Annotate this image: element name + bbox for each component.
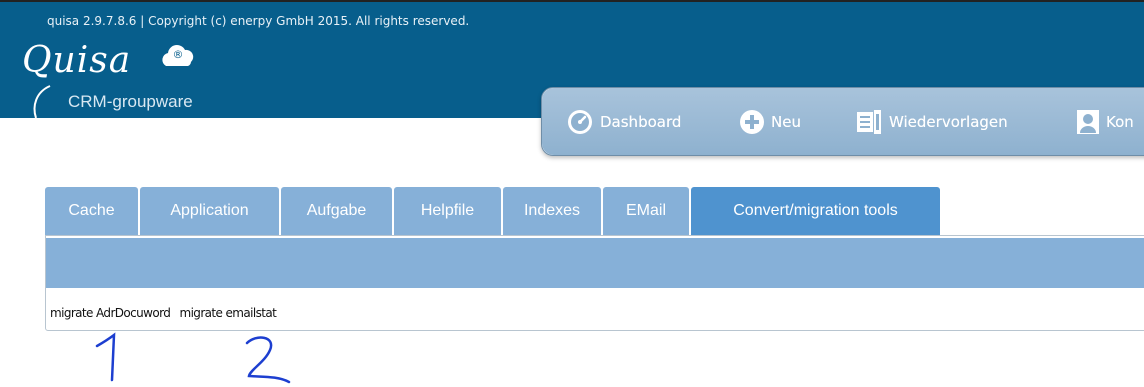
panel-header-bar xyxy=(46,238,1144,288)
nav-label-kontakte: Kon xyxy=(1106,113,1134,131)
logo-subtitle: CRM-groupware xyxy=(68,92,193,111)
header-top-border xyxy=(0,0,1144,2)
nav-item-dashboard[interactable]: Dashboard xyxy=(566,107,681,137)
tab-indexes[interactable]: Indexes xyxy=(503,187,601,235)
dashboard-gauge-icon xyxy=(568,110,592,134)
tab-helpfile[interactable]: Helpfile xyxy=(394,187,501,235)
resubmission-documents-icon xyxy=(857,110,881,134)
handwritten-annotations xyxy=(95,332,291,384)
nav-label-wiedervorlagen: Wiedervorlagen xyxy=(889,113,1008,131)
migration-links: migrate AdrDocuword migrate emailstat xyxy=(50,306,282,320)
nav-item-wiedervorlagen[interactable]: Wiedervorlagen xyxy=(855,107,1008,137)
migrate-adrdocuword-link[interactable]: migrate AdrDocuword xyxy=(50,306,171,320)
migrate-emailstat-link[interactable]: migrate emailstat xyxy=(179,306,276,320)
logo-cloud-icon: ® xyxy=(162,45,194,66)
tab-application[interactable]: Application xyxy=(140,187,279,235)
contact-person-icon xyxy=(1077,110,1099,134)
annotation-mark-2 xyxy=(245,336,291,384)
nav-label-dashboard: Dashboard xyxy=(600,113,682,131)
plus-circle-icon xyxy=(740,110,764,134)
main-navigation: Dashboard Neu Wiedervorlagen Kon xyxy=(541,87,1144,156)
nav-label-neu: Neu xyxy=(771,113,801,131)
tab-content-panel: migrate AdrDocuword migrate emailstat xyxy=(45,235,1144,331)
logo-registered-mark: ® xyxy=(173,48,184,61)
nav-item-neu[interactable]: Neu xyxy=(739,107,801,137)
quisa-logo[interactable]: Quisa ® CRM-groupware xyxy=(6,40,256,120)
tab-aufgabe[interactable]: Aufgabe xyxy=(281,187,392,235)
tab-convert-migration-tools[interactable]: Convert/migration tools xyxy=(691,187,940,235)
tab-cache[interactable]: Cache xyxy=(45,187,138,235)
logo-wordmark: Quisa xyxy=(22,40,132,81)
nav-item-kontakte[interactable]: Kon xyxy=(1076,107,1134,137)
tab-email[interactable]: EMail xyxy=(603,187,689,235)
copyright-text: quisa 2.9.7.8.6 | Copyright (c) enerpy G… xyxy=(47,14,470,28)
annotation-mark-1 xyxy=(95,332,116,382)
